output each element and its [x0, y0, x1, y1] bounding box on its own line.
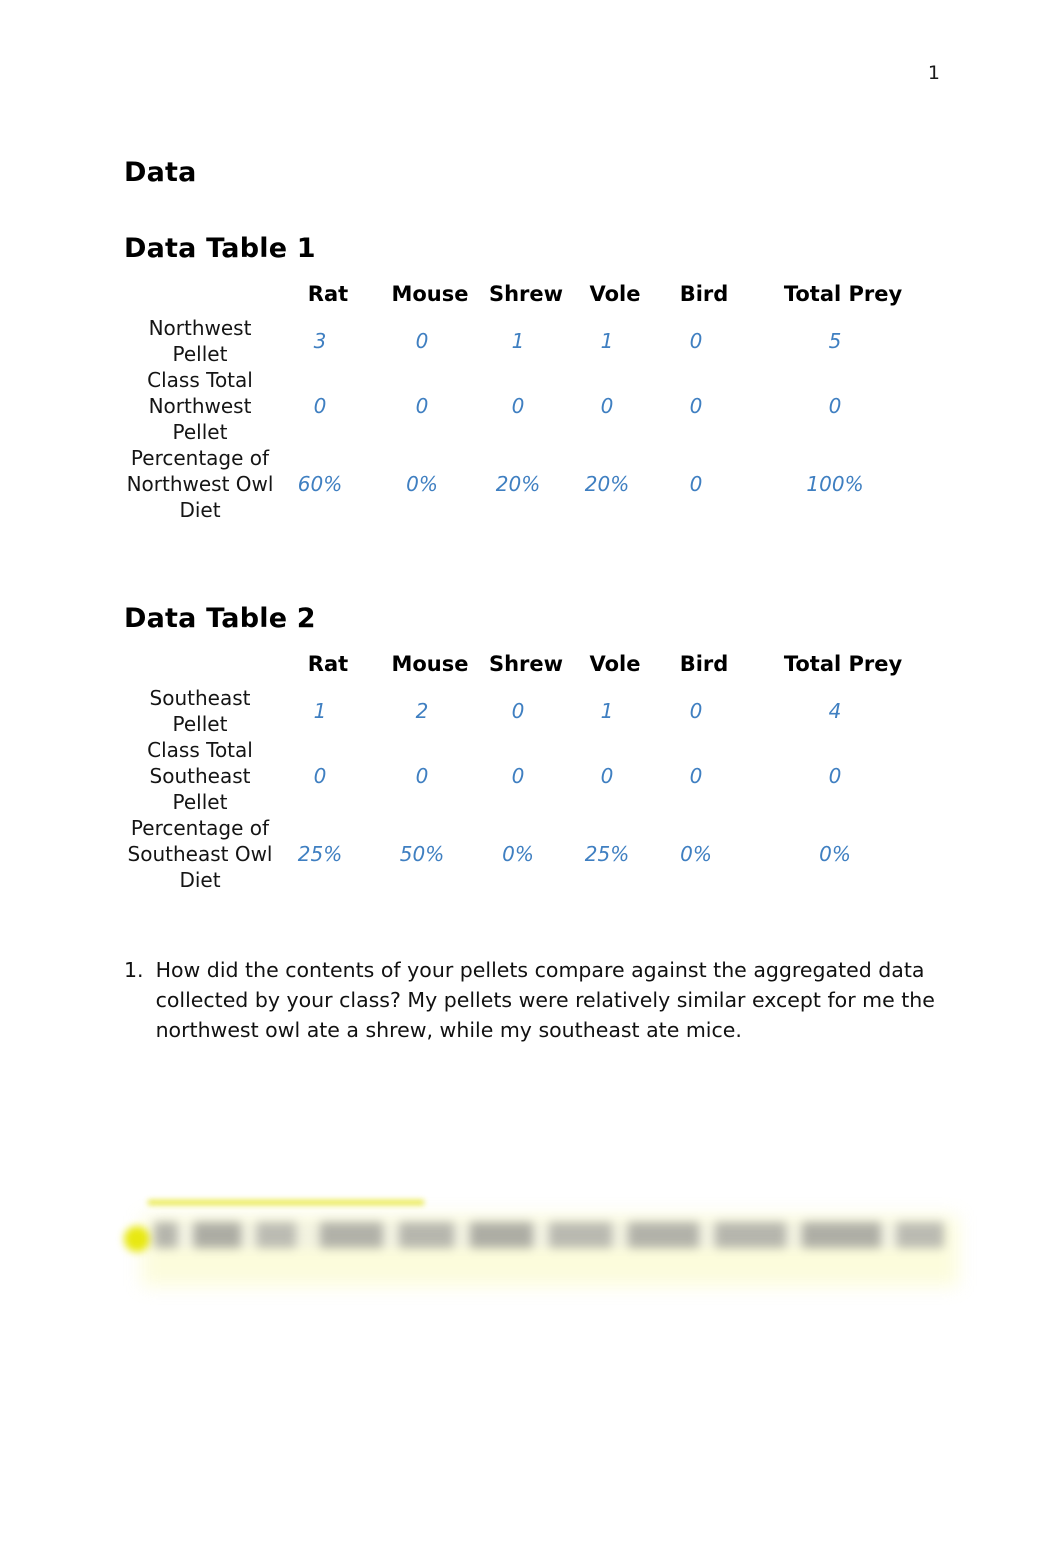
row-label: Class Total Northwest Pellet: [147, 368, 253, 444]
table-row: Percentage of Southeast Owl Diet 25% 50%…: [124, 815, 936, 893]
cell-vole: 1: [600, 699, 614, 723]
column-header-total-prey: Total Prey: [783, 282, 903, 306]
highlight-rule: [148, 1200, 424, 1205]
cell-rat: 60%: [297, 472, 343, 496]
cell-vole: 0: [600, 764, 614, 788]
column-header-rat: Rat: [307, 282, 349, 306]
row-label: Southeast Pellet: [149, 686, 251, 736]
cell-mouse: 0%: [406, 472, 438, 496]
column-header-blank: [124, 282, 276, 315]
column-header-rat: Rat: [307, 652, 349, 676]
column-header-bird: Bird: [679, 282, 729, 306]
column-header-vole: Vole: [589, 652, 641, 676]
redacted-text-line: [154, 1250, 954, 1276]
cell-mouse: 50%: [399, 842, 445, 866]
cell-vole: 25%: [584, 842, 630, 866]
redacted-highlighted-note: [112, 1188, 958, 1296]
row-label: Northwest Pellet: [148, 316, 252, 366]
cell-rat: 0: [313, 394, 327, 418]
column-header-bird: Bird: [679, 652, 729, 676]
cell-total-prey: 4: [828, 699, 842, 723]
cell-rat: 0: [313, 764, 327, 788]
row-label: Percentage of Southeast Owl Diet: [127, 816, 273, 892]
table-row: Southeast Pellet 1 2 0 1 0 4: [124, 685, 936, 737]
cell-bird: 0%: [680, 842, 712, 866]
cell-mouse: 0: [415, 764, 429, 788]
section-heading-data-table-1: Data Table 1: [124, 233, 316, 264]
column-header-mouse: Mouse: [391, 652, 469, 676]
cell-bird: 0: [689, 329, 703, 353]
cell-mouse: 0: [415, 329, 429, 353]
section-heading-data-table-2: Data Table 2: [124, 603, 316, 634]
section-heading-data: Data: [124, 157, 197, 188]
data-table-1: Rat Mouse Shrew Vole Bird Total Prey Nor…: [124, 282, 936, 523]
cell-bird: 0: [689, 699, 703, 723]
list-marker: 1.: [124, 958, 144, 982]
column-header-mouse: Mouse: [391, 282, 469, 306]
cell-shrew: 20%: [495, 472, 541, 496]
cell-shrew: 0: [511, 764, 525, 788]
column-header-blank: [124, 652, 276, 685]
highlight-bullet-icon: [124, 1226, 150, 1252]
page-number: 1: [927, 62, 940, 84]
cell-rat: 3: [313, 329, 327, 353]
cell-vole: 1: [600, 329, 614, 353]
column-header-shrew: Shrew: [488, 652, 564, 676]
table-row: Class Total Southeast Pellet 0 0 0 0 0 0: [124, 737, 936, 815]
cell-shrew: 0%: [502, 842, 534, 866]
cell-total-prey: 100%: [806, 472, 864, 496]
row-label: Class Total Southeast Pellet: [147, 738, 253, 814]
row-label: Percentage of Northwest Owl Diet: [126, 446, 274, 522]
cell-mouse: 2: [415, 699, 429, 723]
cell-total-prey: 0%: [819, 842, 851, 866]
cell-total-prey: 0: [828, 764, 842, 788]
cell-vole: 20%: [584, 472, 630, 496]
document-page: 1 Data Data Table 1 Rat Mouse Shrew Vole…: [0, 0, 1062, 1556]
cell-total-prey: 5: [828, 329, 842, 353]
cell-total-prey: 0: [828, 394, 842, 418]
question-text: How did the contents of your pellets com…: [155, 958, 935, 1043]
column-header-shrew: Shrew: [488, 282, 564, 306]
data-table-2: Rat Mouse Shrew Vole Bird Total Prey Sou…: [124, 652, 936, 893]
cell-shrew: 1: [511, 329, 525, 353]
table-row: Northwest Pellet 3 0 1 1 0 5: [124, 315, 936, 367]
cell-rat: 1: [313, 699, 327, 723]
cell-rat: 25%: [297, 842, 343, 866]
table-row: Class Total Northwest Pellet 0 0 0 0 0 0: [124, 367, 936, 445]
cell-bird: 0: [689, 472, 703, 496]
cell-bird: 0: [689, 394, 703, 418]
redacted-text-line: [154, 1222, 944, 1248]
table-header-row: Rat Mouse Shrew Vole Bird Total Prey: [124, 652, 936, 685]
cell-mouse: 0: [415, 394, 429, 418]
table-header-row: Rat Mouse Shrew Vole Bird Total Prey: [124, 282, 936, 315]
cell-shrew: 0: [511, 699, 525, 723]
column-header-total-prey: Total Prey: [783, 652, 903, 676]
cell-vole: 0: [600, 394, 614, 418]
cell-bird: 0: [689, 764, 703, 788]
table-row: Percentage of Northwest Owl Diet 60% 0% …: [124, 445, 936, 523]
column-header-vole: Vole: [589, 282, 641, 306]
question-item-1: 1. How did the contents of your pellets …: [124, 955, 936, 1045]
cell-shrew: 0: [511, 394, 525, 418]
